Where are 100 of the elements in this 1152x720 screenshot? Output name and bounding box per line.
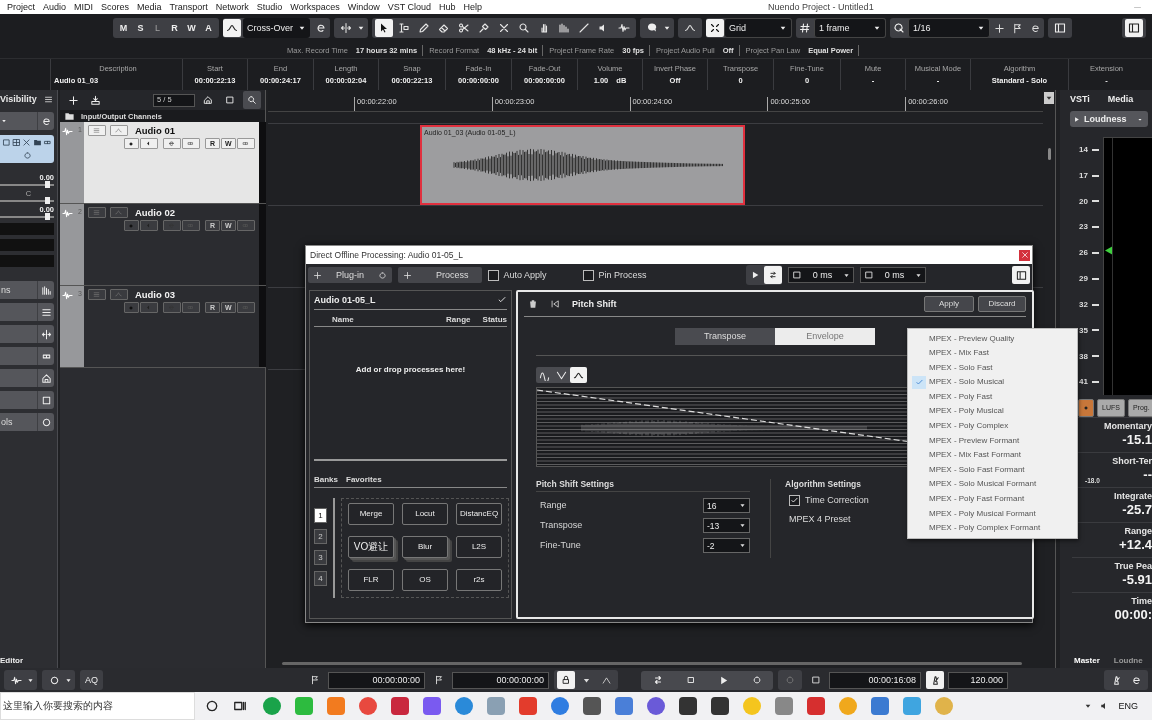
zone-tab[interactable]: Master	[1074, 656, 1100, 666]
plugin-button[interactable]: Plug-in	[308, 267, 392, 283]
readout-value: -25.7	[1122, 501, 1152, 518]
favorite-button[interactable]: Merge	[348, 503, 394, 525]
process-title: Pitch Shift	[572, 298, 617, 310]
readout-value: 00:00:	[1114, 606, 1152, 623]
search-field[interactable]: 这里输入你要搜索的内容	[0, 692, 195, 720]
menu-item[interactable]: MPEX - Solo Fast Formant	[908, 462, 1077, 477]
readout-label: True Pea	[1114, 561, 1152, 572]
menu-item[interactable]: MPEX - Solo Fast	[908, 360, 1077, 375]
time-field[interactable]: 00:00:00:00	[452, 671, 549, 689]
discard-button[interactable]: Discard	[978, 296, 1026, 312]
menu-item[interactable]: MPEX - Poly Fast	[908, 389, 1077, 404]
tempo-field[interactable]: 120.000	[948, 671, 1008, 689]
number-field[interactable]: -13	[703, 518, 750, 534]
scale-label: 41	[1079, 377, 1088, 387]
menu-item[interactable]: Media	[133, 1, 166, 13]
menu-item[interactable]: Transport	[165, 1, 212, 13]
quantize-dropdown[interactable]: 1/16	[908, 18, 990, 38]
panel-value: -	[1138, 113, 1142, 125]
menu-item[interactable]: Project	[3, 1, 39, 13]
field-label: Range	[540, 500, 567, 512]
menu-item[interactable]: MPEX - Preview Formant	[908, 433, 1077, 448]
bank-button[interactable]: 1	[314, 508, 327, 523]
panel-tab[interactable]: Favorites	[346, 475, 382, 485]
language-indicator[interactable]: ENG	[1118, 700, 1138, 712]
readout-label: Momentary	[1104, 421, 1152, 432]
scale-label: 35	[1079, 325, 1088, 336]
bank-button[interactable]: 2	[314, 529, 327, 544]
automation-dropdown[interactable]: Cross-Over	[243, 18, 310, 38]
column-header[interactable]: Name	[332, 314, 354, 325]
menu-item[interactable]: MIDI	[70, 1, 98, 13]
menu-item[interactable]: Studio	[252, 1, 287, 13]
column-header[interactable]: Status	[482, 314, 507, 325]
window-title: Nuendo Project - Untitled1	[768, 1, 874, 13]
frame-dropdown[interactable]: 1 frame	[814, 18, 886, 38]
inspector-title: Visibility	[0, 93, 37, 105]
menu-item[interactable]: MPEX - Poly Fast Formant	[908, 491, 1077, 507]
menu-item[interactable]: MPEX - Poly Complex Formant	[908, 520, 1077, 536]
field-label: MPEX 4 Preset	[789, 514, 851, 525]
snap-type-dropdown[interactable]: Grid	[724, 18, 792, 38]
menu-item[interactable]: MPEX - Poly Musical	[908, 403, 1077, 419]
dialog-title: Direct Offline Processing: Audio 01-05_L	[310, 249, 463, 261]
time-display[interactable]: 00:00:16:08	[829, 671, 921, 689]
favorite-button[interactable]: r2s	[456, 569, 502, 591]
inspector-section[interactable]: ns	[0, 281, 54, 299]
track-name: Audio 01	[134, 125, 176, 137]
menu-item[interactable]: MPEX - Solo Musical Formant	[908, 476, 1077, 492]
favorite-button[interactable]: OS	[402, 569, 448, 591]
favorite-button[interactable]: L2S	[456, 536, 502, 558]
favorite-button[interactable]: FLR	[348, 569, 394, 591]
bank-button[interactable]: 4	[314, 571, 327, 586]
menu-item[interactable]: Workspaces	[286, 1, 344, 13]
menu-item[interactable]: Hub	[435, 1, 460, 13]
scale-label: 23	[1079, 222, 1088, 233]
process-button[interactable]: Process	[398, 267, 482, 283]
checkbox-label: Time Correction	[805, 495, 869, 507]
mode-tab[interactable]: Transpose	[675, 328, 775, 345]
state-button[interactable]: M	[116, 22, 131, 34]
menu-item[interactable]: Window	[343, 1, 384, 13]
panel-header[interactable]: Loudness -	[1070, 111, 1148, 127]
state-button[interactable]: W	[184, 22, 199, 34]
mode-tab[interactable]: Envelope	[775, 328, 875, 345]
number-field[interactable]: 16	[703, 498, 750, 514]
empty-hint: Add or drop processes here!	[314, 365, 507, 462]
aq-button[interactable]: AQ	[80, 670, 103, 690]
column-header[interactable]: Range	[446, 314, 471, 325]
menu-item[interactable]: MPEX - Preview Quality	[908, 331, 1077, 346]
track-name: Audio 03	[134, 289, 176, 301]
zone-tab[interactable]: VSTi	[1070, 93, 1090, 105]
panel-tab[interactable]: Banks	[314, 475, 338, 485]
favorite-button[interactable]: DistancEQ	[456, 503, 502, 525]
menu-item[interactable]: Help	[459, 1, 487, 13]
section-title: Algorithm Settings	[785, 479, 862, 490]
menu-item[interactable]: VST Cloud	[383, 1, 436, 13]
readout-label: Range	[1124, 526, 1152, 537]
menu-item[interactable]: MPEX - Poly Musical Formant	[908, 506, 1077, 521]
menu-item[interactable]: Audio	[39, 1, 71, 13]
zone-tab[interactable]: Media	[1107, 93, 1134, 105]
inspector-section[interactable]: ols	[0, 413, 54, 431]
menu-item[interactable]: MPEX - Solo Musical	[908, 374, 1077, 390]
menu-item[interactable]: Scores	[97, 1, 134, 13]
zone-tab[interactable]: Loudne	[1113, 656, 1143, 666]
menu-item[interactable]: MPEX - Mix Fast	[908, 345, 1077, 361]
bank-button[interactable]: 3	[314, 550, 327, 565]
state-button[interactable]: S	[133, 22, 148, 34]
menu-item[interactable]: MPEX - Mix Fast Formant	[908, 447, 1077, 463]
readout-value: -5.91	[1122, 571, 1152, 588]
favorite-button[interactable]: Locut	[402, 503, 448, 525]
menu-item[interactable]: MPEX - Poly Complex	[908, 418, 1077, 434]
state-button[interactable]: R	[167, 22, 182, 34]
time-field[interactable]: 00:00:00:00	[328, 671, 425, 689]
menu-item[interactable]: Network	[211, 1, 253, 13]
field-label: Transpose	[540, 520, 583, 532]
apply-button[interactable]: Apply	[924, 296, 974, 312]
readout-label: Short-Ter	[1112, 456, 1152, 467]
state-button[interactable]: A	[201, 22, 216, 34]
field-label: Fine-Tune	[540, 540, 581, 552]
readout-label: Time	[1131, 596, 1152, 607]
number-field[interactable]: -2	[703, 538, 750, 554]
